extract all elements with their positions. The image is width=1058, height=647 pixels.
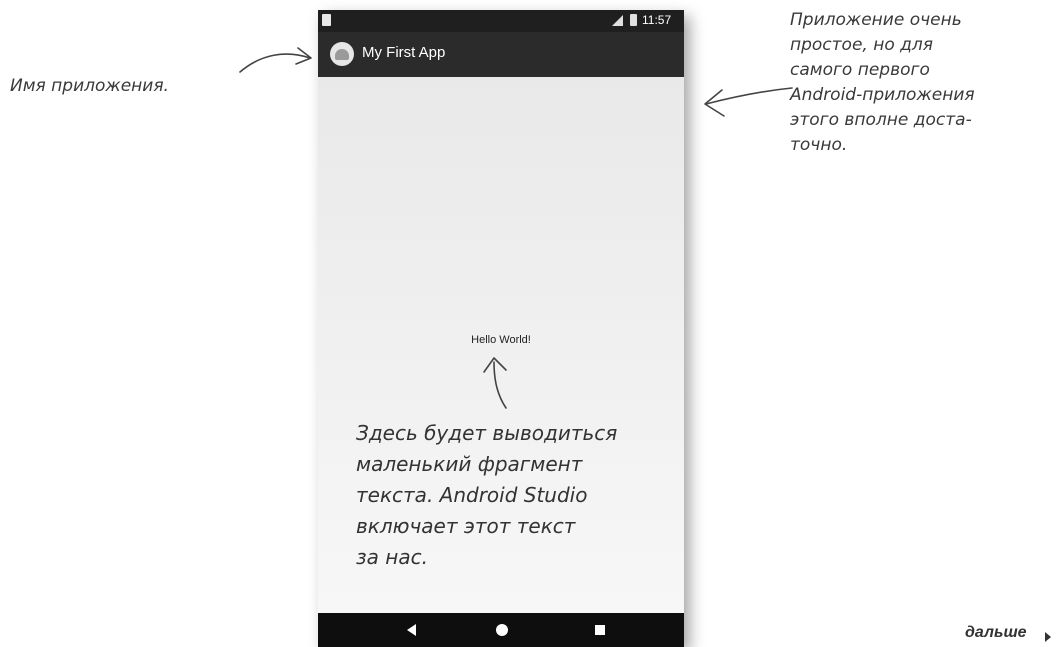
next-page-link[interactable]: дальше xyxy=(965,624,1027,642)
arrow-to-hello-text xyxy=(483,357,507,409)
annotation-app-name: Имя приложения. xyxy=(10,76,169,96)
back-icon[interactable] xyxy=(407,624,416,636)
battery-icon xyxy=(630,14,637,26)
arrow-to-app-name xyxy=(239,47,312,73)
status-bar: 11:57 xyxy=(318,10,684,32)
signal-icon xyxy=(612,15,623,26)
status-time: 11:57 xyxy=(642,13,672,27)
navigation-bar xyxy=(318,613,684,647)
recents-icon[interactable] xyxy=(595,625,605,635)
arrow-to-app-screen xyxy=(704,87,793,117)
sim-card-icon xyxy=(322,14,331,26)
next-arrow-icon[interactable] xyxy=(1045,632,1051,642)
android-app-icon xyxy=(330,42,354,66)
home-icon[interactable] xyxy=(496,624,508,636)
annotation-simple-app: Приложение очень простое, но для самого … xyxy=(790,10,975,155)
hello-text: Hello World! xyxy=(471,334,531,346)
app-title: My First App xyxy=(362,44,446,61)
app-toolbar: My First App xyxy=(318,32,684,77)
annotation-text-fragment: Здесь будет выводиться маленький фрагмен… xyxy=(356,421,618,569)
